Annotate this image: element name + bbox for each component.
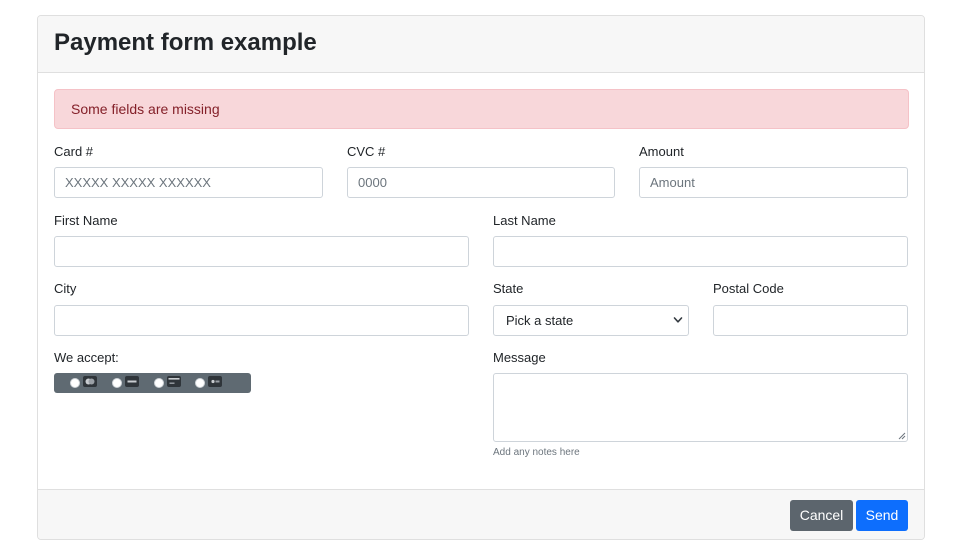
message-label: Message [493, 350, 546, 365]
last-name-label: Last Name [493, 213, 556, 228]
cvc-label: CVC # [347, 144, 386, 159]
state-select-value: Pick a state [506, 313, 574, 328]
message-textarea[interactable] [493, 373, 908, 442]
credit-card-icon [167, 376, 181, 387]
amount-label: Amount [639, 144, 684, 159]
payment-method-group [54, 373, 251, 393]
first-name-label: First Name [54, 213, 118, 228]
card-footer: Cancel Send [38, 489, 924, 539]
cvc-input[interactable] [347, 167, 615, 198]
visa-icon [125, 376, 139, 387]
city-input[interactable] [54, 305, 469, 336]
city-label: City [54, 281, 77, 296]
cancel-button[interactable]: Cancel [790, 500, 853, 531]
page-title: Payment form example [54, 29, 317, 56]
last-name-input[interactable] [493, 236, 908, 267]
postal-code-input[interactable] [713, 305, 908, 336]
amount-input[interactable] [639, 167, 908, 198]
state-label: State [493, 281, 524, 296]
first-name-input[interactable] [54, 236, 469, 267]
resize-grip-icon[interactable] [898, 432, 906, 440]
payment-method-radio-credit-card[interactable] [154, 378, 164, 388]
mastercard-icon [83, 376, 97, 387]
card-number-input[interactable] [54, 167, 323, 198]
card-number-label: Card # [54, 144, 94, 159]
postal-code-label: Postal Code [713, 281, 784, 296]
payment-method-radio-apple-pay[interactable] [195, 378, 205, 388]
message-help-text: Add any notes here [493, 447, 580, 458]
error-alert: Some fields are missing [54, 89, 909, 129]
we-accept-label: We accept: [54, 350, 119, 365]
payment-form-card: Payment form example Some fields are mis… [37, 15, 925, 540]
state-select[interactable]: Pick a state [493, 305, 689, 336]
payment-method-radio-mastercard[interactable] [70, 378, 80, 388]
apple-pay-icon [208, 376, 222, 387]
payment-method-radio-visa[interactable] [112, 378, 122, 388]
chevron-down-icon [673, 317, 683, 323]
card-header: Payment form example [38, 16, 924, 73]
send-button[interactable]: Send [856, 500, 908, 531]
